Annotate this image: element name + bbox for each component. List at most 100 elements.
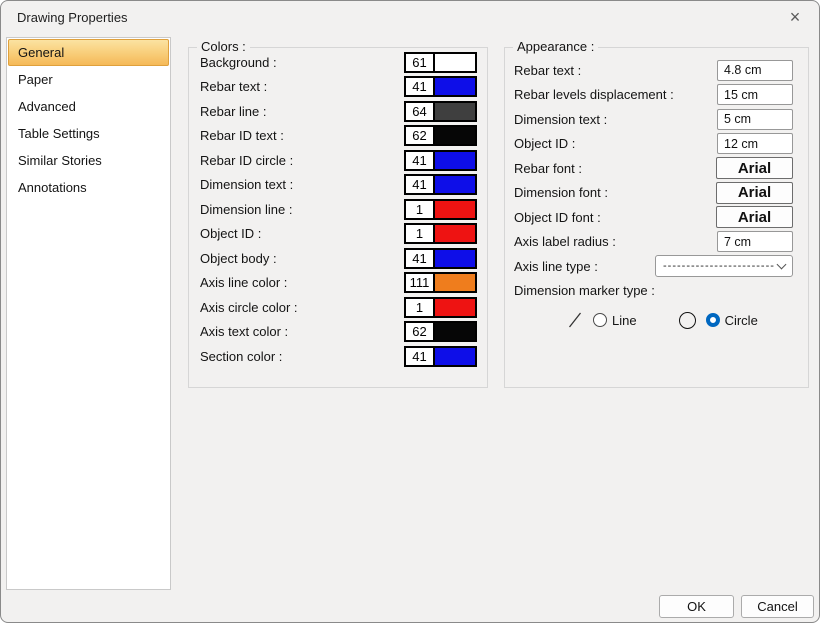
appearance-row: Object ID font : Arial (514, 205, 793, 230)
appearance-row: Axis label radius : 7 cm (514, 230, 793, 255)
color-value-box[interactable]: 1 (404, 199, 477, 220)
color-swatch[interactable] (435, 323, 475, 340)
color-swatch[interactable] (435, 225, 475, 242)
sidebar-item-table-settings[interactable]: Table Settings (8, 120, 169, 147)
color-row-label: Dimension text : (200, 177, 293, 192)
line-marker-icon (567, 311, 583, 329)
dimension-font-button[interactable]: Arial (716, 182, 793, 204)
color-number-field[interactable]: 64 (406, 103, 435, 120)
object-id-font-button[interactable]: Arial (716, 206, 793, 228)
appearance-row: Dimension font : Arial (514, 181, 793, 206)
sidebar-item-annotations[interactable]: Annotations (8, 174, 169, 201)
color-swatch[interactable] (435, 201, 475, 218)
color-number-field[interactable]: 1 (406, 201, 435, 218)
color-row-label: Axis text color : (200, 324, 288, 339)
color-value-box[interactable]: 41 (404, 150, 477, 171)
color-row-label: Object ID : (200, 226, 261, 241)
color-value-box[interactable]: 41 (404, 76, 477, 97)
appearance-row: Rebar levels displacement : 15 cm (514, 83, 793, 108)
drawing-properties-dialog: Drawing Properties × GeneralPaperAdvance… (0, 0, 820, 623)
sidebar: GeneralPaperAdvancedTable SettingsSimila… (6, 37, 171, 590)
color-swatch[interactable] (435, 127, 475, 144)
rebar-levels-displacement-label: Rebar levels displacement : (514, 87, 674, 102)
color-value-box[interactable]: 41 (404, 248, 477, 269)
color-swatch[interactable] (435, 176, 475, 193)
color-row-label: Rebar ID text : (200, 128, 284, 143)
color-row: Rebar ID text : 62 (200, 124, 477, 149)
color-value-box[interactable]: 1 (404, 297, 477, 318)
color-row-label: Axis line color : (200, 275, 287, 290)
color-row: Dimension line :1 (200, 197, 477, 222)
color-value-box[interactable]: 111 (404, 272, 477, 293)
color-number-field[interactable]: 61 (406, 54, 435, 71)
color-number-field[interactable]: 62 (406, 127, 435, 144)
color-row: Object ID : 1 (200, 222, 477, 247)
chevron-down-icon (777, 260, 787, 270)
color-row: Axis text color : 62 (200, 320, 477, 345)
appearance-row: Axis line type : -----------------------… (514, 254, 793, 279)
color-swatch[interactable] (435, 274, 475, 291)
color-row: Section color : 41 (200, 344, 477, 369)
axis-line-type-select[interactable]: ------------------------ (655, 255, 793, 277)
color-row: Rebar ID circle :41 (200, 148, 477, 173)
circle-marker-icon (679, 312, 696, 329)
color-swatch[interactable] (435, 103, 475, 120)
sidebar-item-general[interactable]: General (8, 39, 169, 66)
axis-label-radius-input[interactable]: 7 cm (717, 231, 793, 252)
ok-button[interactable]: OK (659, 595, 734, 618)
color-number-field[interactable]: 41 (406, 152, 435, 169)
color-number-field[interactable]: 111 (406, 274, 435, 291)
color-value-box[interactable]: 41 (404, 174, 477, 195)
sidebar-item-similar-stories[interactable]: Similar Stories (8, 147, 169, 174)
color-number-field[interactable]: 1 (406, 299, 435, 316)
color-row: Axis circle color : 1 (200, 295, 477, 320)
color-row-label: Axis circle color : (200, 300, 298, 315)
color-row: Rebar text :41 (200, 75, 477, 100)
rebar-font-label: Rebar font : (514, 161, 582, 176)
color-swatch[interactable] (435, 152, 475, 169)
radio-line-label: Line (612, 313, 637, 328)
color-value-box[interactable]: 62 (404, 321, 477, 342)
dimension-marker-options: Line Circle (514, 303, 793, 337)
color-row: Rebar line :64 (200, 99, 477, 124)
rebar-levels-displacement-input[interactable]: 15 cm (717, 84, 793, 105)
axis-line-type-value: ------------------------ (663, 260, 778, 272)
sidebar-item-advanced[interactable]: Advanced (8, 93, 169, 120)
radio-circle[interactable] (706, 313, 720, 327)
object-id-input[interactable]: 12 cm (717, 133, 793, 154)
color-number-field[interactable]: 41 (406, 348, 435, 365)
appearance-row: Dimension marker type : (514, 279, 793, 304)
color-number-field[interactable]: 1 (406, 225, 435, 242)
color-value-box[interactable]: 62 (404, 125, 477, 146)
object-id-font-label: Object ID font : (514, 210, 601, 225)
appearance-row: Rebar text : 4.8 cm (514, 58, 793, 83)
color-swatch[interactable] (435, 299, 475, 316)
color-number-field[interactable]: 41 (406, 176, 435, 193)
sidebar-item-paper[interactable]: Paper (8, 66, 169, 93)
rebar-text-input[interactable]: 4.8 cm (717, 60, 793, 81)
color-value-box[interactable]: 41 (404, 346, 477, 367)
radio-line[interactable] (593, 313, 607, 327)
titlebar: Drawing Properties × (1, 1, 819, 33)
color-number-field[interactable]: 41 (406, 250, 435, 267)
color-swatch[interactable] (435, 54, 475, 71)
radio-circle-label: Circle (725, 313, 758, 328)
appearance-group: Appearance : Rebar text : 4.8 cm Rebar l… (504, 47, 809, 388)
color-row-label: Section color : (200, 349, 282, 364)
colors-group: Colors : Background :61Rebar text :41Reb… (188, 47, 488, 388)
color-swatch[interactable] (435, 78, 475, 95)
color-value-box[interactable]: 64 (404, 101, 477, 122)
color-row-label: Background : (200, 55, 277, 70)
cancel-button[interactable]: Cancel (741, 595, 814, 618)
dimension-marker-type-label: Dimension marker type : (514, 283, 655, 298)
color-value-box[interactable]: 61 (404, 52, 477, 73)
color-swatch[interactable] (435, 250, 475, 267)
color-value-box[interactable]: 1 (404, 223, 477, 244)
color-swatch[interactable] (435, 348, 475, 365)
close-icon[interactable]: × (779, 4, 811, 30)
color-number-field[interactable]: 41 (406, 78, 435, 95)
dimension-text-input[interactable]: 5 cm (717, 109, 793, 130)
color-number-field[interactable]: 62 (406, 323, 435, 340)
window-title: Drawing Properties (17, 10, 779, 25)
rebar-font-button[interactable]: Arial (716, 157, 793, 179)
